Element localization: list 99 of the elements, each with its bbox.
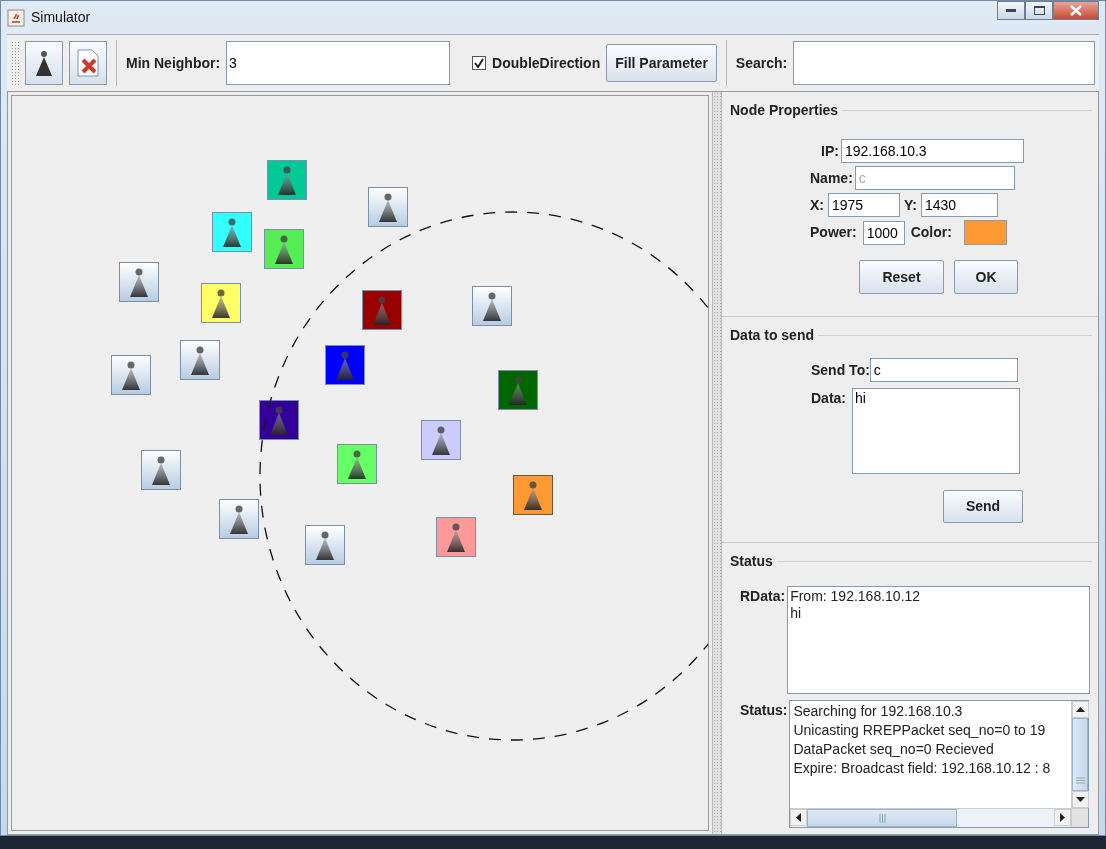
antenna-icon (120, 359, 142, 391)
antenna-icon (346, 448, 368, 480)
double-direction-checkbox[interactable] (472, 56, 487, 70)
scrollbar-corner (1071, 808, 1089, 827)
antenna-icon (276, 164, 298, 196)
y-label: Y: (904, 195, 917, 215)
maximize-button[interactable] (1025, 1, 1053, 20)
antenna-icon (445, 521, 467, 553)
search-field[interactable] (793, 41, 1095, 85)
reset-button[interactable]: Reset (859, 260, 944, 294)
antenna-icon (314, 529, 336, 561)
antenna-icon (522, 479, 544, 511)
network-node[interactable] (141, 450, 181, 490)
horizontal-scrollbar[interactable] (790, 808, 1072, 827)
antenna-icon (334, 349, 356, 381)
scroll-left-button[interactable] (790, 809, 808, 826)
network-node[interactable] (264, 229, 304, 269)
scroll-down-button[interactable] (1072, 791, 1090, 808)
antenna-icon (33, 48, 55, 78)
antenna-icon (150, 454, 172, 486)
antenna-icon (228, 503, 250, 535)
close-icon (1070, 5, 1082, 16)
delete-document-icon (74, 48, 102, 78)
ip-field[interactable]: 192.168.10.3 (840, 139, 1024, 163)
power-field[interactable]: 1000 (862, 220, 905, 245)
name-label: Name: (810, 168, 853, 188)
panel-title: Data to send (730, 326, 814, 345)
panel-title: Status (730, 552, 773, 571)
rdata-label: RData: (740, 587, 786, 606)
window-title: Simulator (31, 8, 91, 27)
delete-button[interactable] (69, 41, 107, 85)
antenna-icon (273, 233, 295, 265)
status-log: Searching for 192.168.10.3 Unicasting RREPPacket seq_no=0 to 19 DataPacket seq_no=0 Recieved Expire: Broadcast field: 192.168.10.12 : 8 (792, 702, 1052, 778)
right-arrow-icon (1060, 813, 1066, 822)
min-neighbor-field[interactable]: 3 (226, 41, 451, 85)
power-label: Power: (810, 223, 857, 242)
antenna-icon (268, 404, 290, 436)
send-to-field[interactable]: c (869, 358, 1018, 382)
vertical-scrollbar[interactable] (1071, 701, 1089, 808)
data-field[interactable]: hi (852, 388, 1020, 474)
send-button[interactable]: Send (943, 490, 1023, 523)
double-direction-label: DoubleDirection (492, 53, 601, 73)
network-node[interactable] (325, 345, 365, 385)
down-arrow-icon (1076, 797, 1086, 802)
left-arrow-icon (796, 813, 802, 822)
min-neighbor-label: Min Neighbor: (126, 53, 221, 73)
network-node[interactable] (362, 290, 402, 330)
minimize-icon (1006, 8, 1016, 13)
network-node[interactable] (267, 160, 307, 200)
network-node[interactable] (212, 212, 252, 252)
antenna-icon (507, 374, 529, 406)
grip-icon (878, 813, 886, 823)
x-label: X: (810, 195, 824, 215)
ok-button[interactable]: OK (954, 260, 1018, 294)
antenna-icon (430, 424, 452, 456)
antenna-icon (377, 191, 399, 223)
scroll-right-button[interactable] (1054, 809, 1072, 826)
fill-parameter-button[interactable]: Fill Parameter (606, 44, 717, 82)
ip-label: IP: (821, 141, 839, 161)
network-node[interactable] (513, 475, 553, 515)
rdata-field[interactable]: From: 192.168.10.12 hi (787, 586, 1091, 694)
add-node-button[interactable] (25, 41, 63, 85)
scroll-up-button[interactable] (1072, 701, 1090, 718)
network-node[interactable] (421, 420, 461, 460)
scroll-thumb[interactable] (1072, 718, 1089, 791)
java-app-icon (7, 8, 25, 27)
data-label: Data: (811, 389, 846, 408)
network-node[interactable] (111, 355, 151, 395)
network-node[interactable] (436, 517, 476, 557)
x-field[interactable]: 1975 (828, 193, 900, 217)
antenna-icon (210, 287, 232, 319)
network-node[interactable] (472, 286, 512, 326)
antenna-icon (128, 266, 150, 298)
network-node[interactable] (498, 370, 538, 410)
y-field[interactable]: 1430 (920, 193, 998, 217)
up-arrow-icon (1076, 707, 1086, 712)
panel-title: Node Properties (730, 101, 839, 120)
search-label: Search: (735, 53, 788, 73)
antenna-icon (371, 294, 393, 326)
minimize-button[interactable] (997, 1, 1025, 20)
scroll-thumb[interactable] (807, 809, 958, 827)
network-node[interactable] (259, 400, 299, 440)
color-label: Color: (910, 223, 952, 242)
network-node[interactable] (305, 525, 345, 565)
maximize-icon (1033, 6, 1045, 15)
network-node[interactable] (180, 340, 220, 380)
network-node[interactable] (119, 262, 159, 302)
send-to-label: Send To: (811, 360, 870, 380)
color-swatch[interactable] (963, 220, 1007, 245)
close-button[interactable] (1053, 1, 1099, 20)
status-label: Status: (740, 701, 788, 720)
antenna-icon (481, 290, 503, 322)
antenna-icon (189, 344, 211, 376)
network-node[interactable] (368, 187, 408, 227)
network-node[interactable] (337, 444, 377, 484)
grip-icon (1075, 777, 1085, 784)
network-node[interactable] (201, 283, 241, 323)
antenna-icon (221, 216, 243, 248)
network-node[interactable] (219, 499, 259, 539)
